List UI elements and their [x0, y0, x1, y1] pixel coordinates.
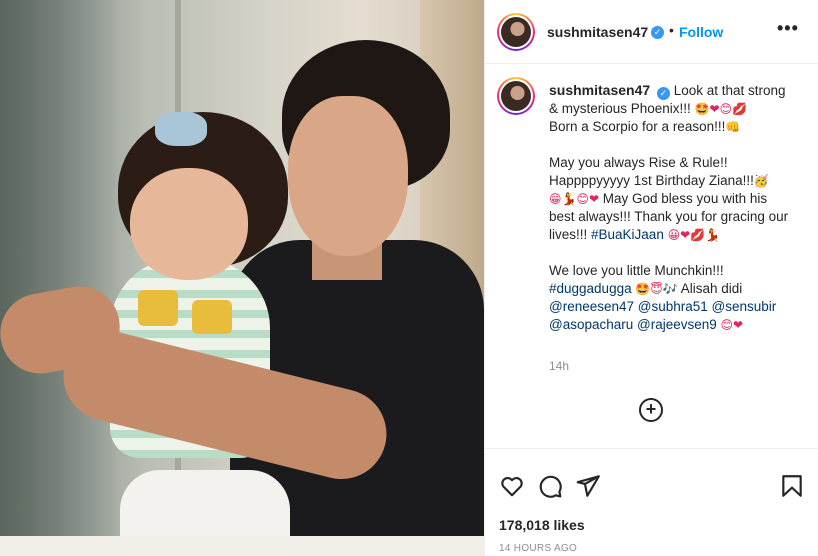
caption-text: Born a Scorpio for a reason!!! — [549, 119, 726, 134]
mention-link[interactable]: @sensubir — [712, 299, 777, 314]
post-actions: 178,018 likes 14 HOURS AGO — [485, 448, 818, 556]
avatar-image — [501, 17, 531, 47]
post-header: sushmitasen47 ✓ • Follow ••• — [485, 0, 818, 64]
photo-baby-print — [138, 290, 178, 326]
caption-emoji: 🤩😇🎶 — [635, 282, 678, 296]
photo-baby-print — [192, 300, 232, 334]
caption-text: We love you little Munchkin!!! — [549, 263, 724, 278]
caption-time[interactable]: 14h — [549, 359, 569, 373]
photo-baby-bow — [155, 112, 207, 146]
share-icon[interactable] — [575, 473, 601, 499]
avatar[interactable] — [497, 13, 535, 51]
post-sidebar: sushmitasen47 ✓ • Follow ••• sushmitasen… — [484, 0, 818, 556]
caption-emoji: 👊 — [725, 120, 741, 134]
mention-link[interactable]: @rajeevsen9 — [637, 317, 717, 332]
mention-link[interactable]: @asopacharu — [549, 317, 633, 332]
caption-emoji: 😊❤ — [720, 318, 744, 332]
caption-emoji: 🥳 — [753, 174, 769, 188]
post-timestamp[interactable]: 14 HOURS AGO — [499, 543, 577, 554]
caption-text: May you always Rise & Rule!! Happppyyyyy… — [549, 155, 754, 188]
photo-wall-shadow — [0, 0, 120, 556]
hashtag-link[interactable]: #BuaKiJaan — [591, 227, 664, 242]
mention-link[interactable]: @subhra51 — [638, 299, 708, 314]
comment-icon[interactable] — [537, 473, 563, 499]
post-photo[interactable] — [0, 0, 484, 556]
caption-paragraph: sushmitasen47 ✓ Look at that strong & my… — [549, 81, 789, 136]
verified-badge-icon: ✓ — [656, 87, 670, 100]
caption-avatar[interactable] — [497, 77, 535, 115]
caption-emoji: 😁💃😊❤ — [549, 192, 600, 206]
hashtag-link[interactable]: #duggadugga — [549, 281, 632, 296]
follow-button[interactable]: Follow — [679, 24, 723, 40]
caption-text: Alisah didi — [677, 281, 743, 296]
post-caption: sushmitasen47 ✓ Look at that strong & my… — [549, 81, 789, 352]
header-username[interactable]: sushmitasen47 — [547, 24, 648, 40]
heart-icon[interactable] — [499, 473, 525, 499]
caption-paragraph: We love you little Munchkin!!! #duggadug… — [549, 262, 789, 334]
caption-username[interactable]: sushmitasen47 — [549, 82, 650, 98]
photo-sill — [0, 536, 484, 556]
verified-badge-icon: ✓ — [651, 26, 664, 39]
caption-emoji: 😀❤💋💃 — [667, 228, 721, 242]
avatar-image — [501, 81, 531, 111]
mention-link[interactable]: @reneesen47 — [549, 299, 634, 314]
separator-dot: • — [669, 22, 674, 38]
load-more-comments-button[interactable]: + — [639, 398, 663, 422]
caption-area: sushmitasen47 ✓ Look at that strong & my… — [485, 64, 818, 448]
likes-count[interactable]: 178,018 likes — [499, 517, 585, 533]
photo-baby-face — [130, 168, 248, 280]
more-options-icon[interactable]: ••• — [777, 18, 799, 39]
caption-paragraph: May you always Rise & Rule!! Happppyyyyy… — [549, 154, 789, 244]
caption-emoji: 🤩❤😊💋 — [694, 102, 748, 116]
bookmark-icon[interactable] — [779, 473, 805, 499]
photo-woman-face — [288, 96, 408, 256]
